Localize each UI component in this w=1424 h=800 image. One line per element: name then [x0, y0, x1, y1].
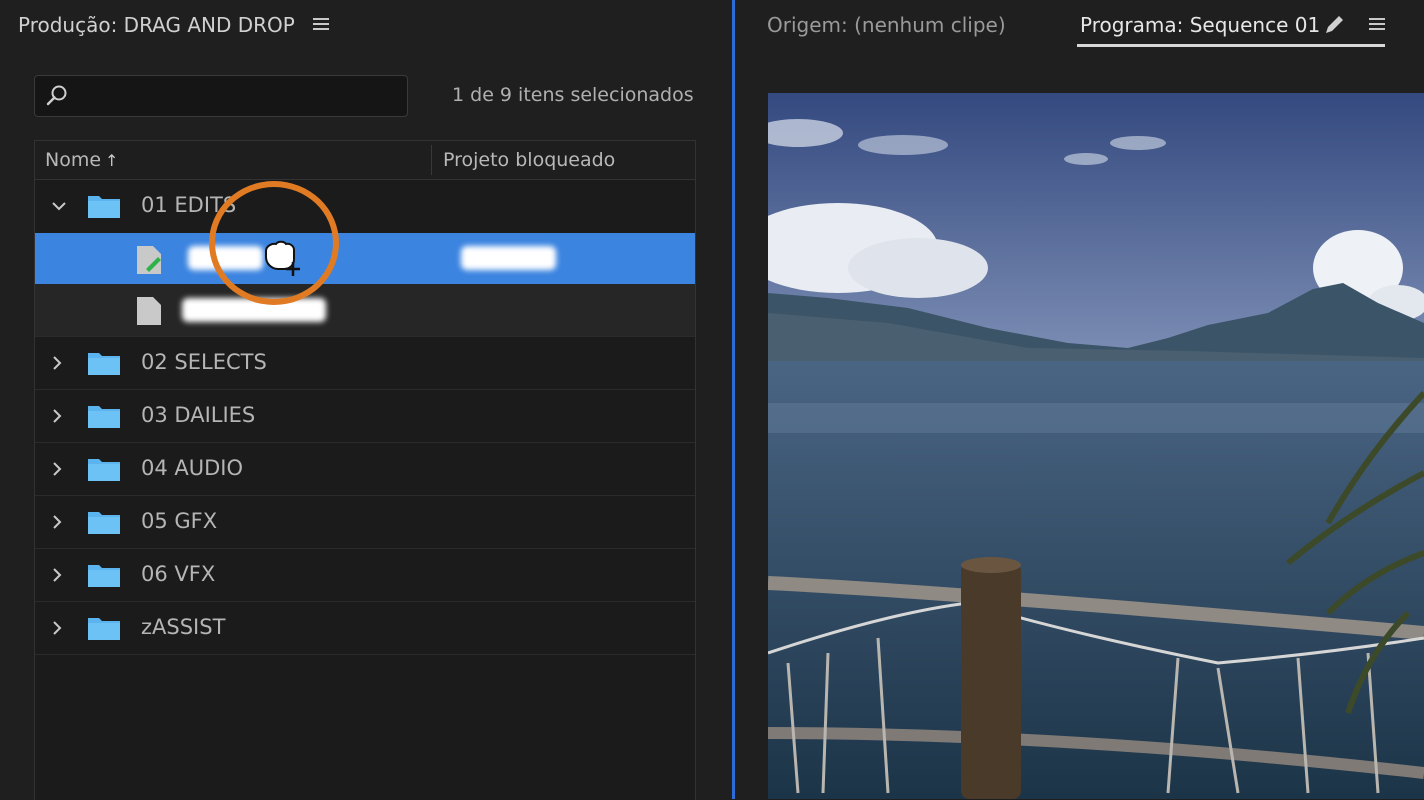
folder-icon — [88, 353, 120, 375]
chevron-right-icon[interactable] — [49, 620, 65, 636]
file-icon — [137, 297, 161, 325]
folder-label: 04 AUDIO — [141, 456, 244, 480]
folder-icon — [88, 406, 120, 428]
project-panel-title[interactable]: Produção: DRAG AND DROP — [18, 10, 295, 40]
column-locked-header[interactable]: Projeto bloqueado — [443, 149, 615, 171]
folder-label: 03 DAILIES — [141, 403, 256, 427]
drag-hand-cursor-icon — [265, 240, 300, 276]
folder-label: zASSIST — [141, 615, 226, 639]
chevron-right-icon[interactable] — [49, 408, 65, 424]
tab-source-monitor[interactable]: Origem: (nenhum clipe) — [767, 10, 1006, 40]
folder-icon — [88, 618, 120, 640]
chevron-right-icon[interactable] — [49, 567, 65, 583]
column-name-header[interactable]: Nome ↑ — [45, 149, 118, 171]
folder-label: 06 VFX — [141, 562, 216, 586]
folder-icon — [88, 459, 120, 481]
search-input[interactable] — [75, 82, 399, 112]
sort-ascending-icon: ↑ — [105, 151, 119, 170]
tab-program-monitor[interactable]: Programa: Sequence 01 — [1080, 10, 1320, 40]
column-divider[interactable] — [431, 145, 432, 175]
panel-menu-icon[interactable] — [313, 18, 329, 31]
selection-count: 1 de 9 itens selecionados — [452, 84, 694, 106]
folder-icon — [88, 565, 120, 587]
folder-label: 05 GFX — [141, 509, 218, 533]
program-monitor-viewer[interactable] — [768, 93, 1424, 799]
folder-row-04-audio[interactable]: 04 AUDIO — [35, 443, 695, 496]
chevron-right-icon[interactable] — [49, 514, 65, 530]
folder-row-02-selects[interactable]: 02 SELECTS — [35, 337, 695, 390]
locked-value-redacted — [461, 246, 556, 270]
pencil-icon[interactable] — [1323, 14, 1345, 36]
file-row[interactable] — [35, 284, 695, 337]
folder-icon — [88, 512, 120, 534]
sequence-row-selected[interactable] — [35, 232, 695, 285]
folder-row-01-edits[interactable]: 01 EDITS — [35, 180, 695, 233]
search-box[interactable] — [34, 75, 408, 117]
folder-row-03-dailies[interactable]: 03 DAILIES — [35, 390, 695, 443]
monitor-panel: Origem: (nenhum clipe) Programa: Sequenc… — [735, 0, 1424, 799]
chevron-down-icon[interactable] — [51, 198, 67, 214]
chevron-right-icon[interactable] — [49, 355, 65, 371]
sequence-icon — [137, 246, 161, 274]
column-name-label: Nome — [45, 149, 102, 171]
active-tab-underline — [1077, 44, 1385, 47]
folder-icon — [88, 196, 120, 218]
folder-label: 02 SELECTS — [141, 350, 267, 374]
project-panel: Produção: DRAG AND DROP 1 de 9 itens sel… — [0, 0, 732, 800]
chevron-right-icon[interactable] — [49, 461, 65, 477]
project-item-list: Nome ↑ Projeto bloqueado 01 EDITS 02 SEL… — [34, 140, 696, 800]
lake-scene-image — [768, 93, 1424, 799]
table-header: Nome ↑ Projeto bloqueado — [35, 141, 695, 180]
folder-row-zassist[interactable]: zASSIST — [35, 602, 695, 655]
search-icon — [46, 85, 67, 106]
folder-row-06-vfx[interactable]: 06 VFX — [35, 549, 695, 602]
folder-row-05-gfx[interactable]: 05 GFX — [35, 496, 695, 549]
panel-menu-icon[interactable] — [1369, 18, 1385, 31]
